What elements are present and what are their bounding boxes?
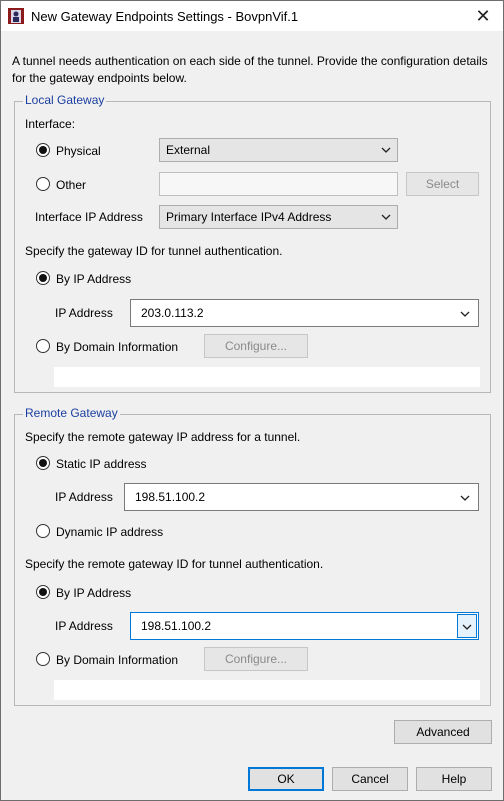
remote-by-domain-radio[interactable] — [36, 652, 50, 666]
remote-id-ip-label: IP Address — [55, 619, 113, 633]
remote-by-domain-label: By Domain Information — [56, 653, 179, 667]
local-ip-address-combo[interactable]: 203.0.113.2 — [130, 299, 479, 327]
remote-static-ip-label: IP Address — [55, 490, 113, 504]
advanced-button[interactable]: Advanced — [394, 720, 492, 744]
window-title: New Gateway Endpoints Settings - BovpnVi… — [31, 9, 299, 24]
other-radio[interactable] — [36, 177, 50, 191]
app-icon — [8, 8, 24, 24]
interface-ip-label: Interface IP Address — [35, 210, 143, 224]
ok-button[interactable]: OK — [248, 767, 324, 791]
local-domain-info-box — [54, 367, 480, 387]
remote-by-ip-radio[interactable] — [36, 585, 50, 599]
title-bar: New Gateway Endpoints Settings - BovpnVi… — [1, 1, 503, 31]
chevron-down-icon — [460, 495, 470, 501]
local-ip-address-label: IP Address — [55, 306, 113, 320]
remote-configure-button[interactable]: Configure... — [204, 647, 308, 671]
local-configure-button[interactable]: Configure... — [204, 334, 308, 358]
local-by-ip-label: By IP Address — [56, 272, 132, 286]
chevron-down-icon — [462, 624, 472, 630]
remote-id-ip-combo[interactable]: 198.51.100.2 — [130, 612, 479, 640]
other-label: Other — [56, 178, 87, 192]
remote-ip-prompt: Specify the remote gateway IP address fo… — [25, 430, 301, 444]
dropdown-button[interactable] — [457, 614, 477, 638]
dynamic-ip-radio[interactable] — [36, 524, 50, 538]
close-icon[interactable]: ✕ — [473, 6, 493, 26]
physical-label: Physical — [56, 144, 101, 158]
remote-gateway-id-prompt: Specify the remote gateway ID for tunnel… — [25, 557, 324, 571]
local-by-domain-radio[interactable] — [36, 339, 50, 353]
dynamic-ip-label: Dynamic IP address — [56, 525, 164, 539]
chevron-down-icon — [460, 311, 470, 317]
static-ip-radio[interactable] — [36, 456, 50, 470]
select-button[interactable]: Select — [406, 172, 479, 196]
intro-text: A tunnel needs authentication on each si… — [12, 54, 488, 85]
remote-gateway-title: Remote Gateway — [23, 406, 120, 420]
help-button[interactable]: Help — [416, 767, 492, 791]
cancel-button[interactable]: Cancel — [332, 767, 408, 791]
physical-interface-select[interactable]: External — [159, 138, 398, 162]
chevron-down-icon — [381, 214, 391, 220]
dialog-window: New Gateway Endpoints Settings - BovpnVi… — [0, 0, 504, 801]
other-interface-field[interactable] — [159, 172, 398, 196]
remote-by-ip-label: By IP Address — [56, 586, 132, 600]
chevron-down-icon — [381, 147, 391, 153]
interface-ip-select[interactable]: Primary Interface IPv4 Address — [159, 205, 398, 229]
local-by-ip-radio[interactable] — [36, 271, 50, 285]
remote-domain-info-box — [54, 680, 480, 700]
interface-label: Interface: — [25, 117, 76, 131]
local-gateway-title: Local Gateway — [23, 93, 107, 107]
local-by-domain-label: By Domain Information — [56, 340, 179, 354]
static-ip-label: Static IP address — [56, 457, 147, 471]
local-gateway-id-prompt: Specify the gateway ID for tunnel authen… — [25, 244, 283, 258]
physical-radio[interactable] — [36, 143, 50, 157]
remote-static-ip-combo[interactable]: 198.51.100.2 — [124, 483, 479, 511]
